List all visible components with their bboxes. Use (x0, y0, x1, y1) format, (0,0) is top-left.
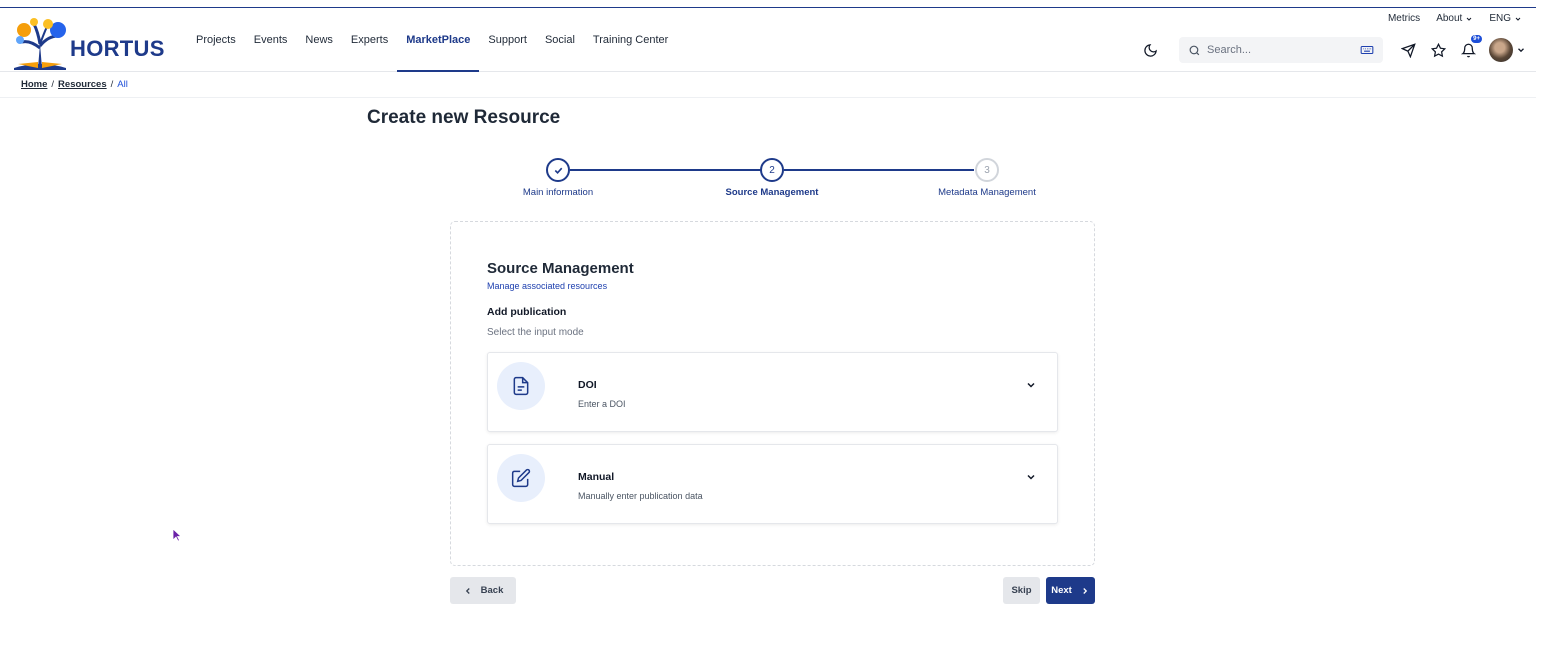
nav-marketplace[interactable]: MarketPlace (397, 8, 480, 72)
search-input[interactable] (1207, 44, 1360, 56)
option-desc: Enter a DOI (578, 399, 626, 409)
send-button[interactable] (1397, 39, 1419, 61)
mouse-cursor-icon (172, 528, 182, 542)
chevron-down-icon (1515, 17, 1521, 21)
moon-icon (1143, 43, 1157, 57)
chevron-down-icon[interactable] (1516, 45, 1526, 55)
metrics-link[interactable]: Metrics (1388, 13, 1420, 24)
nav-projects[interactable]: Projects (187, 8, 245, 71)
keyboard-icon[interactable] (1360, 43, 1374, 57)
utility-bar: Metrics About ENG (1372, 13, 1522, 24)
stepper: Main information 2 Source Management 3 M… (468, 158, 1088, 202)
chevron-down-icon[interactable] (1025, 471, 1037, 483)
page-title: Create new Resource (367, 107, 561, 128)
option-title: DOI (578, 379, 597, 391)
step-metadata-management[interactable]: 3 Metadata Management (897, 158, 1077, 198)
option-desc: Manually enter publication data (578, 491, 703, 501)
search-box[interactable] (1179, 37, 1383, 63)
language-label: ENG (1489, 13, 1511, 24)
next-button[interactable]: Next (1046, 577, 1095, 604)
back-button[interactable]: Back (450, 577, 516, 604)
back-label: Back (480, 585, 504, 596)
logo[interactable]: HORTUS (12, 14, 165, 70)
step-circle-current: 2 (760, 158, 784, 182)
header: HORTUS Projects Events News Experts Mark… (0, 8, 1536, 72)
add-publication-label: Add publication (487, 306, 567, 318)
source-management-card: Source Management Manage associated reso… (450, 221, 1095, 566)
brand-name: HORTUS (70, 36, 165, 61)
document-icon (513, 376, 529, 396)
option-manual[interactable]: Manual Manually enter publication data (487, 444, 1058, 524)
breadcrumb-resources[interactable]: Resources (58, 79, 107, 90)
section-subtitle: Manage associated resources (487, 281, 608, 291)
breadcrumb-home[interactable]: Home (21, 79, 47, 90)
doi-icon-wrap (497, 362, 545, 410)
step-label: Metadata Management (938, 187, 1036, 198)
option-title: Manual (578, 471, 615, 483)
breadcrumb-separator: / (110, 79, 114, 90)
nav-events[interactable]: Events (245, 8, 297, 71)
step-circle-done (546, 158, 570, 182)
bell-icon (1460, 43, 1476, 57)
step-source-management[interactable]: 2 Source Management (682, 158, 862, 198)
section-title: Source Management (487, 260, 634, 277)
nav-news[interactable]: News (296, 8, 342, 71)
breadcrumb: Home / Resources / All (21, 79, 128, 90)
about-label: About (1436, 13, 1463, 24)
notifications-button[interactable]: 9+ (1457, 35, 1482, 61)
select-mode-label: Select the input mode (487, 327, 584, 338)
option-doi[interactable]: DOI Enter a DOI (487, 352, 1058, 432)
step-main-information[interactable]: Main information (468, 158, 648, 198)
breadcrumb-separator: / (51, 79, 55, 90)
step-label: Source Management (725, 187, 819, 198)
nav-support[interactable]: Support (479, 8, 536, 71)
favorites-button[interactable] (1427, 39, 1449, 61)
nav-experts[interactable]: Experts (342, 8, 397, 71)
skip-button[interactable]: Skip (1003, 577, 1040, 604)
metrics-label: Metrics (1387, 13, 1421, 24)
chevron-right-icon (1083, 587, 1087, 594)
manual-icon-wrap (497, 454, 545, 502)
next-label: Next (1051, 585, 1072, 596)
check-icon (554, 167, 562, 174)
notification-badge: 9+ (1471, 35, 1482, 43)
chevron-left-icon (465, 587, 470, 594)
chevron-down-icon (1466, 17, 1472, 21)
nav-social[interactable]: Social (536, 8, 584, 71)
language-menu[interactable]: ENG (1489, 13, 1522, 24)
breadcrumb-current: All (117, 79, 128, 90)
step-label: Main information (522, 187, 594, 198)
avatar[interactable] (1489, 38, 1513, 62)
dark-mode-toggle[interactable] (1139, 39, 1161, 61)
about-menu[interactable]: About (1436, 13, 1473, 24)
search-icon (1189, 45, 1200, 55)
main-nav: Projects Events News Experts MarketPlace… (187, 8, 677, 72)
nav-training-center[interactable]: Training Center (584, 8, 677, 71)
tree-logo-icon (14, 18, 66, 70)
step-circle-pending: 3 (975, 158, 999, 182)
edit-icon (511, 468, 531, 488)
header-tools: 9+ (1135, 35, 1526, 63)
chevron-down-icon[interactable] (1025, 379, 1037, 391)
send-icon (1400, 42, 1416, 58)
star-icon (1430, 42, 1446, 57)
divider (0, 97, 1536, 98)
